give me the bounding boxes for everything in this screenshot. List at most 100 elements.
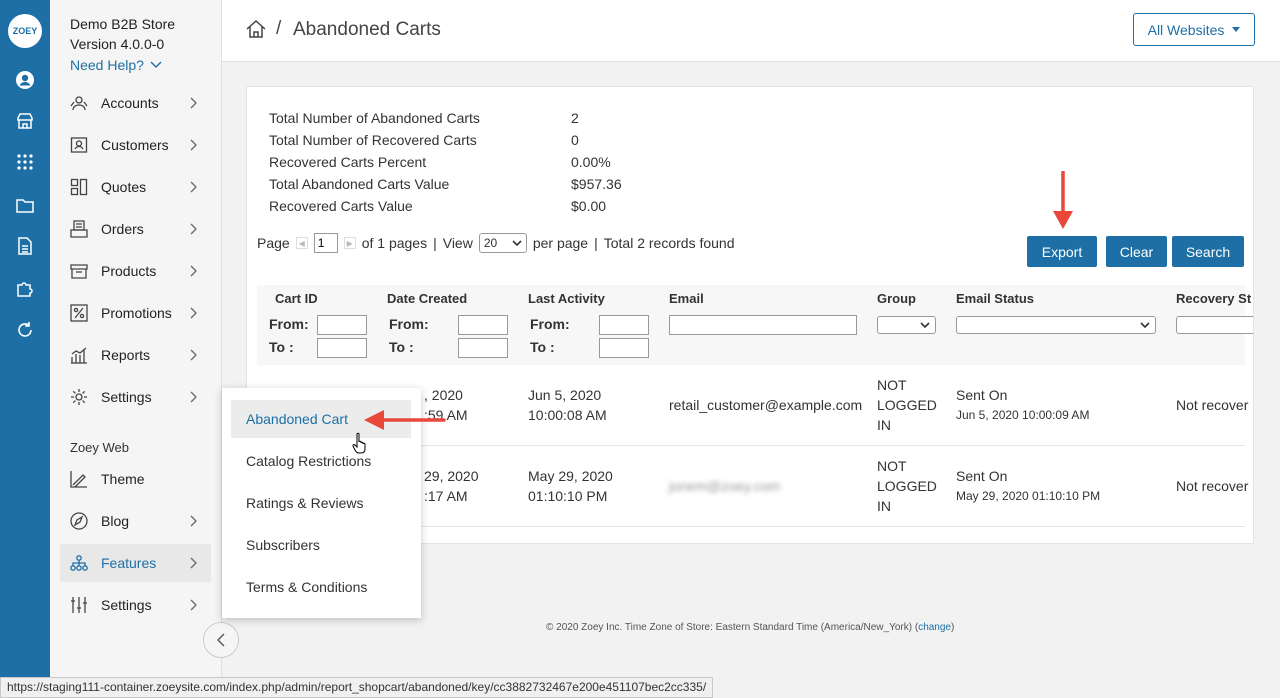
- email-status-filter-select[interactable]: [956, 316, 1156, 334]
- refresh-icon[interactable]: [15, 320, 35, 340]
- email-status-cell: Sent On: [956, 468, 1008, 484]
- store-icon[interactable]: [15, 111, 35, 131]
- email-cell-blurred: jonem@zoey.com: [669, 478, 781, 494]
- puzzle-icon[interactable]: [15, 278, 35, 298]
- zoey-logo[interactable]: ZOEY: [8, 14, 42, 48]
- column-header-group[interactable]: Group: [877, 291, 916, 306]
- user-icon[interactable]: [15, 70, 35, 90]
- filter-from-label: From:: [530, 316, 570, 332]
- nav-item-settings[interactable]: Settings: [60, 378, 211, 416]
- website-scope-dropdown[interactable]: All Websites: [1133, 13, 1255, 46]
- flyout-item-ratings-reviews[interactable]: Ratings & Reviews: [231, 484, 411, 522]
- last-activity-line: May 29, 2020: [528, 468, 613, 484]
- nav-item-customers[interactable]: Customers: [60, 126, 211, 164]
- records-found: Total 2 records found: [603, 235, 735, 251]
- collapse-sidebar-button[interactable]: [203, 622, 239, 658]
- products-icon: [70, 264, 88, 279]
- stat-value: 2: [571, 110, 579, 126]
- chevron-right-icon: [190, 391, 197, 403]
- nav-item-blog[interactable]: Blog: [60, 502, 211, 540]
- change-timezone-link[interactable]: change: [918, 622, 951, 633]
- nav-item-products[interactable]: Products: [60, 252, 211, 290]
- last-activity-cell: May 29, 2020 01:10:10 PM: [528, 466, 613, 506]
- group-line: LOGGED: [877, 478, 937, 494]
- stat-label: Total Number of Abandoned Carts: [269, 110, 480, 126]
- nav-item-promotions[interactable]: Promotions: [60, 294, 211, 332]
- flyout-item-catalog-restrictions[interactable]: Catalog Restrictions: [231, 442, 411, 480]
- nav-item-accounts[interactable]: Accounts: [60, 84, 211, 122]
- pager-page-label: Page: [257, 235, 290, 251]
- email-status-cell: Sent On: [956, 387, 1008, 403]
- column-header-cart-id[interactable]: Cart ID: [275, 291, 318, 306]
- group-filter-select[interactable]: [877, 316, 936, 334]
- email-filter-input[interactable]: [669, 315, 857, 335]
- stat-label: Total Abandoned Carts Value: [269, 176, 450, 192]
- pager-of-pages: of 1 pages: [361, 235, 428, 251]
- chevron-right-icon: [190, 97, 197, 109]
- nav-item-reports[interactable]: Reports: [60, 336, 211, 374]
- need-help-link[interactable]: Need Help?: [70, 57, 162, 73]
- footer: © 2020 Zoey Inc. Time Zone of Store: Eas…: [546, 622, 954, 633]
- stat-value: 0.00%: [571, 154, 611, 170]
- section-label-zoey-web: Zoey Web: [70, 440, 130, 455]
- filter-to-label: To :: [389, 339, 414, 355]
- gear-icon: [71, 389, 87, 405]
- date-created-line: :17 AM: [424, 488, 468, 504]
- last-activity-line: 10:00:08 AM: [528, 407, 607, 423]
- folder-icon[interactable]: [15, 195, 35, 215]
- column-header-email-status[interactable]: Email Status: [956, 291, 1034, 306]
- date-created-to-input[interactable]: [458, 338, 508, 358]
- column-header-date-created[interactable]: Date Created: [387, 291, 467, 306]
- column-header-recovery-status[interactable]: Recovery St: [1176, 291, 1251, 306]
- grid-header: Cart ID Date Created Last Activity Email…: [257, 285, 1253, 365]
- per-page-value: 20: [483, 236, 498, 250]
- prev-page-icon[interactable]: ◀: [295, 237, 308, 249]
- chevron-right-icon: [190, 139, 197, 151]
- flyout-item-subscribers[interactable]: Subscribers: [231, 526, 411, 564]
- clear-button[interactable]: Clear: [1106, 236, 1167, 267]
- flyout-item-terms-conditions[interactable]: Terms & Conditions: [231, 568, 411, 606]
- annotation-arrow-down: [1053, 171, 1073, 229]
- next-page-icon[interactable]: ▶: [343, 237, 356, 249]
- nav-item-orders[interactable]: Orders: [60, 210, 211, 248]
- stat-label: Recovered Carts Value: [269, 198, 413, 214]
- column-header-last-activity[interactable]: Last Activity: [528, 291, 605, 306]
- date-created-from-input[interactable]: [458, 315, 508, 335]
- recovery-status-filter-select[interactable]: [1176, 316, 1253, 334]
- group-line: IN: [877, 417, 891, 433]
- home-icon[interactable]: [246, 20, 266, 38]
- filter-to-label: To :: [269, 339, 294, 355]
- column-header-email[interactable]: Email: [669, 291, 704, 306]
- stat-value: $957.36: [571, 176, 622, 192]
- per-page-select[interactable]: 20: [478, 233, 527, 253]
- pager-view-label: View: [442, 235, 473, 251]
- nav-item-features[interactable]: Features: [60, 544, 211, 582]
- last-activity-from-input[interactable]: [599, 315, 649, 335]
- group-cell: NOT LOGGED IN: [877, 456, 937, 516]
- nav-label-web-settings: Settings: [101, 597, 152, 613]
- store-name: Demo B2B Store: [70, 16, 176, 32]
- cart-id-to-input[interactable]: [317, 338, 367, 358]
- chevron-right-icon: [190, 557, 197, 569]
- page-number-input[interactable]: [313, 233, 338, 253]
- nav-item-web-settings[interactable]: Settings: [60, 586, 211, 624]
- recovery-status-cell: Not recover: [1176, 397, 1249, 413]
- last-activity-to-input[interactable]: [599, 338, 649, 358]
- nav-item-theme[interactable]: Theme: [60, 460, 211, 498]
- footer-paren-close: ): [951, 622, 955, 633]
- breadcrumb-separator: /: [276, 18, 282, 39]
- apps-grid-icon[interactable]: [15, 152, 35, 172]
- chevron-right-icon: [190, 599, 197, 611]
- nav-label-promotions: Promotions: [101, 305, 172, 321]
- nav-label-products: Products: [101, 263, 157, 279]
- export-button[interactable]: Export: [1027, 236, 1097, 267]
- nav-label-reports: Reports: [101, 347, 151, 363]
- search-button[interactable]: Search: [1172, 236, 1244, 267]
- filter-to-label: To :: [530, 339, 555, 355]
- nav-item-quotes[interactable]: Quotes: [60, 168, 211, 206]
- document-icon[interactable]: [15, 236, 35, 256]
- cart-id-from-input[interactable]: [317, 315, 367, 335]
- blog-icon: [70, 512, 88, 530]
- last-activity-cell: Jun 5, 2020 10:00:08 AM: [528, 385, 607, 425]
- group-line: NOT: [877, 458, 907, 474]
